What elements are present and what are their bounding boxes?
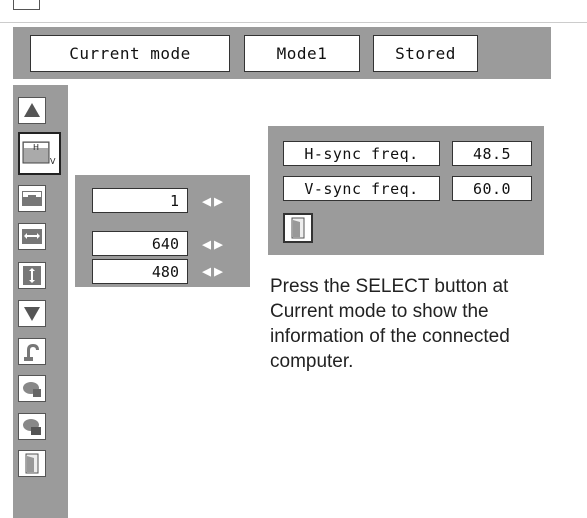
note-line-4: computer. — [270, 351, 354, 372]
hv-position-icon[interactable]: H V — [18, 132, 61, 175]
left-arrow-icon[interactable]: ◀ — [202, 193, 211, 209]
value-arrows-640[interactable]: ◀ ▶ — [202, 232, 223, 256]
top-divider — [0, 22, 587, 23]
instruction-note: Press the SELECT button at Current mode … — [270, 274, 587, 374]
h-width-icon[interactable] — [18, 223, 46, 250]
note-line-3: information of the connected — [270, 326, 510, 347]
svg-text:V: V — [50, 157, 56, 166]
value-arrows-480[interactable]: ◀ ▶ — [202, 259, 223, 283]
down-arrow-icon[interactable] — [18, 300, 46, 327]
up-arrow-icon[interactable] — [18, 97, 46, 124]
vsync-value: 60.0 — [452, 176, 532, 201]
vsync-label: V-sync freq. — [283, 176, 440, 201]
value-field-1[interactable]: 1 — [92, 188, 188, 213]
info-exit-icon[interactable] — [283, 213, 313, 243]
note-line-1: Press the SELECT button at — [270, 276, 509, 297]
svg-text:H: H — [33, 143, 39, 152]
store-icon[interactable] — [18, 375, 46, 402]
value-field-480[interactable]: 480 — [92, 259, 188, 284]
value-arrows-1[interactable]: ◀ ▶ — [202, 189, 223, 213]
reset-icon[interactable] — [18, 338, 46, 365]
h-position-icon[interactable] — [18, 185, 46, 212]
note-line-2: Current mode to show the — [270, 301, 489, 322]
left-arrow-icon[interactable]: ◀ — [202, 263, 211, 279]
right-arrow-icon[interactable]: ▶ — [214, 193, 223, 209]
exit-door-icon[interactable] — [18, 450, 46, 477]
left-arrow-icon[interactable]: ◀ — [202, 236, 211, 252]
value-field-640[interactable]: 640 — [92, 231, 188, 256]
right-arrow-icon[interactable]: ▶ — [214, 263, 223, 279]
current-mode-button[interactable]: Current mode — [30, 35, 230, 72]
mode-field: Mode1 — [244, 35, 360, 72]
previous-icon-fragment — [13, 0, 40, 10]
hsync-label: H-sync freq. — [283, 141, 440, 166]
clear-icon[interactable] — [18, 413, 46, 440]
right-arrow-icon[interactable]: ▶ — [214, 236, 223, 252]
hsync-value: 48.5 — [452, 141, 532, 166]
v-height-icon[interactable] — [18, 262, 46, 289]
stored-button[interactable]: Stored — [373, 35, 478, 72]
